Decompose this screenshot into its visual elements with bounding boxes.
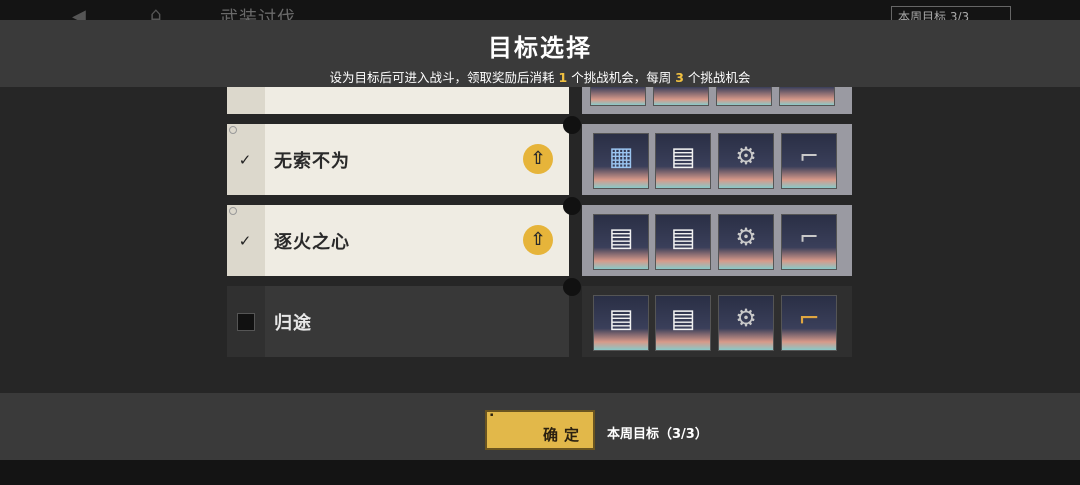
target-row[interactable]: ✓ 无索不为 ⇧ ▦ ▤ ⚙ ⌐: [227, 116, 852, 195]
reward-panel: ▤ ▤ ⚙ ⌐: [582, 286, 852, 357]
bottom-strip: [0, 460, 1080, 485]
perforation: [569, 87, 582, 114]
subtitle-text-c: 个挑战机会: [687, 70, 751, 85]
empty-checkbox-icon[interactable]: [237, 313, 255, 331]
confirm-button[interactable]: ▪ 确定: [485, 410, 595, 450]
row-card: [227, 87, 569, 114]
upgrade-icon: ⇧: [523, 144, 553, 174]
weekly-target-count: 本周目标（3/3）: [607, 427, 708, 442]
corner-mark: [229, 126, 237, 134]
check-column: [227, 87, 265, 114]
modal-title: 目标选择: [488, 34, 592, 62]
target-name: 无索不为: [274, 151, 350, 172]
blueprint-book-icon[interactable]: ▦: [593, 133, 649, 189]
blueprint-book-icon[interactable]: ▤: [655, 295, 711, 351]
blueprint-book-icon[interactable]: ▤: [655, 133, 711, 189]
ticket-notch: [563, 197, 581, 215]
rifle-icon[interactable]: ⌐: [781, 295, 837, 351]
subtitle-text-b: 个挑战机会，每周: [571, 70, 672, 85]
modal-subtitle: 设为目标后可进入战斗，领取奖励后消耗 1 个挑战机会，每周 3 个挑战机会: [0, 67, 1080, 86]
perforation: [569, 286, 582, 357]
target-row[interactable]: ✓ 逐火之心 ⇧ ▤ ▤ ⚙ ⌐: [227, 197, 852, 276]
ticket-notch: [563, 278, 581, 296]
weapon-part-icon[interactable]: ⚙: [718, 214, 774, 270]
subtitle-text-a: 设为目标后可进入战斗，领取奖励后消耗: [329, 70, 555, 85]
target-name: 归途: [274, 313, 312, 334]
rifle-icon[interactable]: ⌐: [781, 133, 837, 189]
weapon-part-icon[interactable]: ⚙: [718, 133, 774, 189]
perforation: [569, 124, 582, 195]
blueprint-book-icon[interactable]: ▤: [593, 214, 649, 270]
corner-mark: [229, 207, 237, 215]
blueprint-book-icon[interactable]: ▤: [593, 295, 649, 351]
ticket-notch: [563, 116, 581, 134]
mech-part-icon[interactable]: ⚙: [718, 295, 774, 351]
subtitle-cost: 1: [558, 70, 568, 85]
perforation: [569, 205, 582, 276]
confirm-label: 确定: [542, 426, 585, 444]
target-row-partial[interactable]: [227, 87, 852, 114]
reward-panel: ▤ ▤ ⚙ ⌐: [582, 205, 852, 276]
target-name: 逐火之心: [274, 232, 350, 253]
blueprint-book-icon[interactable]: ▤: [655, 214, 711, 270]
button-tag-mark: ▪: [490, 412, 494, 418]
reward-item: [779, 87, 835, 106]
target-row[interactable]: 归途 ▤ ▤ ⚙ ⌐: [227, 278, 852, 357]
reward-panel: ▦ ▤ ⚙ ⌐: [582, 124, 852, 195]
rifle-icon[interactable]: ⌐: [781, 214, 837, 270]
upgrade-icon: ⇧: [523, 225, 553, 255]
subtitle-limit: 3: [675, 70, 684, 85]
checkmark-icon[interactable]: ✓: [237, 152, 253, 168]
reward-item: [653, 87, 709, 106]
reward-item: [590, 87, 646, 106]
checkmark-icon[interactable]: ✓: [237, 233, 253, 249]
reward-panel: [582, 87, 852, 114]
reward-item: [716, 87, 772, 106]
